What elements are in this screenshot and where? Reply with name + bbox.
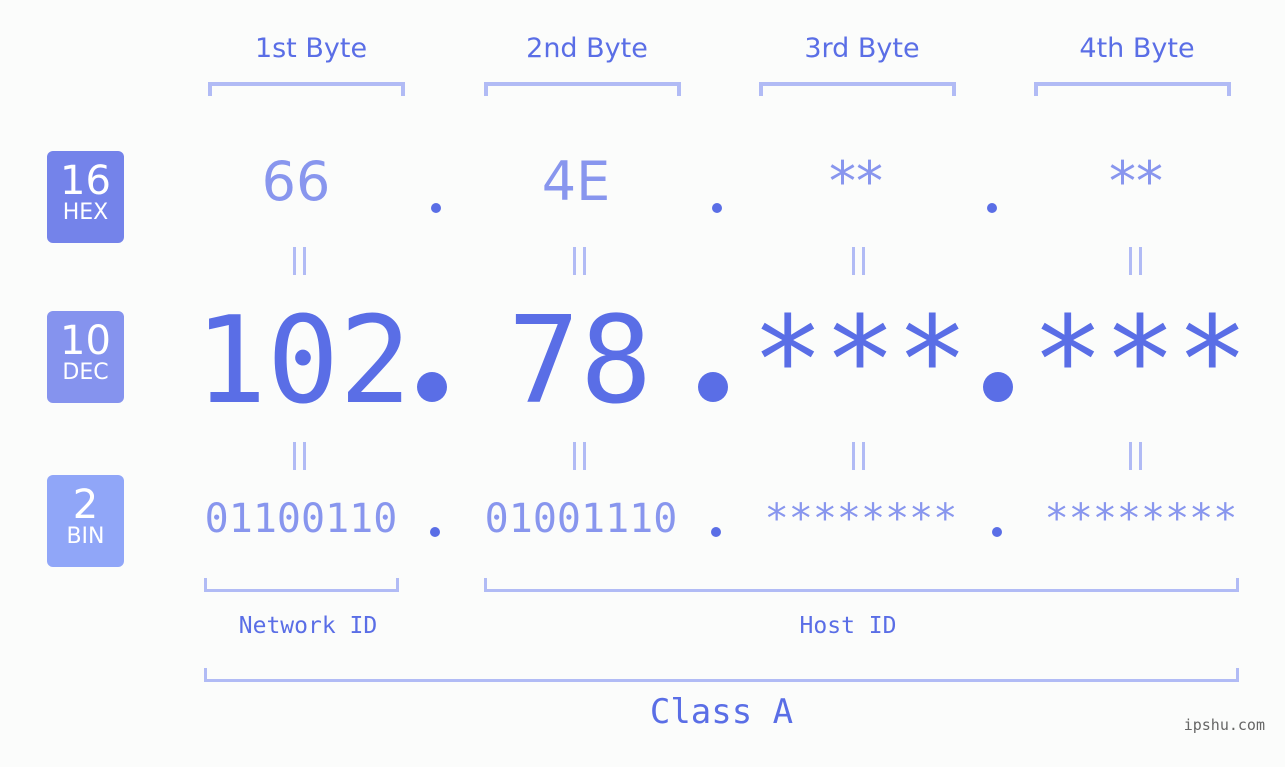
byte-bracket-1 xyxy=(208,82,405,96)
equals-icon xyxy=(852,247,866,275)
dec-base-number: 10 xyxy=(60,318,111,364)
equals-icon xyxy=(293,442,307,470)
bin-separator-dot xyxy=(992,527,1002,537)
network-id-label: Network ID xyxy=(238,613,378,639)
equals-icon xyxy=(1129,442,1143,470)
equals-icon xyxy=(573,247,587,275)
dec-value-2: 78 xyxy=(507,292,653,431)
hex-separator-dot xyxy=(431,203,441,213)
hex-separator-dot xyxy=(712,203,722,213)
host-id-label: Host ID xyxy=(799,613,897,639)
byte-bracket-3 xyxy=(759,82,956,96)
dec-value-1: 102 xyxy=(194,292,412,431)
class-bracket xyxy=(204,668,1239,682)
byte-title-3: 3rd Byte xyxy=(804,33,920,64)
hex-base-number: 16 xyxy=(60,158,111,204)
network-id-bracket xyxy=(204,578,399,592)
dec-value-4: *** xyxy=(1031,292,1249,431)
byte-bracket-2 xyxy=(484,82,681,96)
bin-value-2: 01001110 xyxy=(484,496,678,542)
byte-bracket-4 xyxy=(1034,82,1231,96)
dec-value-3: *** xyxy=(751,292,969,431)
hex-value-2: 4E xyxy=(541,150,611,213)
dec-separator-dot xyxy=(698,372,728,402)
bin-value-1: 01100110 xyxy=(204,496,398,542)
hex-value-1: 66 xyxy=(261,150,331,213)
hex-value-4: ** xyxy=(1109,150,1163,213)
dec-separator-dot xyxy=(983,372,1013,402)
hex-separator-dot xyxy=(987,203,997,213)
byte-title-4: 4th Byte xyxy=(1079,33,1195,64)
class-label: Class A xyxy=(649,692,794,732)
equals-icon xyxy=(573,442,587,470)
bin-badge: 2 BIN xyxy=(47,475,124,567)
dec-base-label: DEC xyxy=(62,360,109,385)
bin-base-number: 2 xyxy=(72,482,99,528)
dec-separator-dot xyxy=(417,372,447,402)
hex-value-3: ** xyxy=(829,150,883,213)
byte-title-1: 1st Byte xyxy=(254,33,368,64)
host-id-bracket xyxy=(484,578,1239,592)
bin-value-4: ******** xyxy=(1044,496,1238,542)
bin-separator-dot xyxy=(430,527,440,537)
hex-base-label: HEX xyxy=(62,200,109,225)
byte-title-2: 2nd Byte xyxy=(526,33,648,64)
equals-icon xyxy=(852,442,866,470)
hex-badge: 16 HEX xyxy=(47,151,124,243)
dec-badge: 10 DEC xyxy=(47,311,124,403)
watermark: ipshu.com xyxy=(1183,716,1265,734)
equals-icon xyxy=(1129,247,1143,275)
bin-value-3: ******** xyxy=(764,496,958,542)
bin-separator-dot xyxy=(711,527,721,537)
equals-icon xyxy=(293,247,307,275)
bin-base-label: BIN xyxy=(66,524,105,549)
